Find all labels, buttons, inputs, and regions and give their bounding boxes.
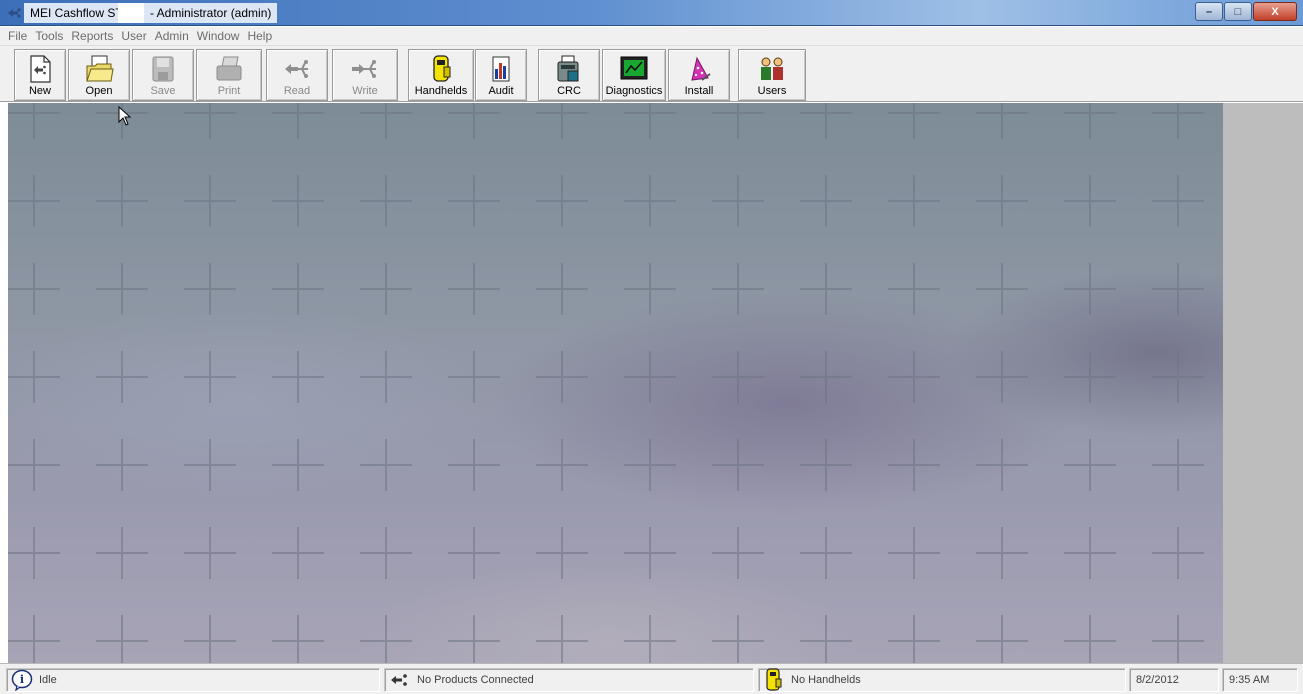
install-wizard-icon	[691, 56, 711, 81]
usb-read-icon	[285, 60, 308, 78]
title-bar: MEI Cashflow STS - Administrator (admin)…	[0, 0, 1303, 26]
status-state-text: Idle	[39, 674, 57, 686]
menu-user[interactable]: User	[117, 27, 150, 45]
status-time-panel: 9:35 AM	[1222, 668, 1298, 692]
install-label: Install	[684, 85, 714, 97]
menu-bar: File Tools Reports User Admin Window Hel…	[0, 27, 1303, 45]
status-date-text: 8/2/2012	[1136, 674, 1179, 686]
handheld-icon	[766, 668, 782, 691]
print-button[interactable]: Print	[196, 49, 262, 101]
read-button[interactable]: Read	[266, 49, 328, 101]
background-grid-pattern	[8, 103, 1204, 663]
handhelds-button[interactable]: Handhelds	[408, 49, 474, 101]
menu-reports[interactable]: Reports	[67, 27, 117, 45]
audit-button[interactable]: Audit	[475, 49, 527, 101]
usb-icon	[391, 674, 407, 686]
toolbar: New Open Save Print Read Write Handhelds…	[0, 45, 1303, 102]
users-button[interactable]: Users	[738, 49, 806, 101]
mouse-cursor-icon	[118, 106, 132, 126]
close-button[interactable]: X	[1253, 2, 1297, 21]
diagnostics-label: Diagnostics	[605, 85, 663, 97]
window-controls: – □ X	[1194, 2, 1297, 21]
diagnostics-button[interactable]: Diagnostics	[602, 49, 666, 101]
menu-tools[interactable]: Tools	[31, 27, 67, 45]
status-date-panel: 8/2/2012	[1129, 668, 1219, 692]
new-label: New	[28, 85, 51, 97]
status-handhelds-text: No Handhelds	[791, 674, 861, 686]
status-state-panel: i Idle	[6, 668, 380, 692]
info-icon: i	[11, 669, 33, 691]
status-bar: i Idle No Products Connected No Handheld…	[0, 663, 1303, 694]
minimize-button[interactable]: –	[1195, 2, 1223, 21]
print-label: Print	[217, 85, 241, 97]
save-button[interactable]: Save	[132, 49, 194, 101]
maximize-button[interactable]: □	[1224, 2, 1252, 21]
handheld-icon	[433, 55, 451, 82]
menu-file[interactable]: File	[4, 27, 31, 45]
open-label: Open	[85, 85, 113, 97]
write-label: Write	[352, 85, 378, 97]
printer-icon	[216, 56, 242, 81]
window-title-user: - Administrator (admin)	[144, 3, 278, 23]
write-button[interactable]: Write	[332, 49, 398, 101]
save-disk-icon	[152, 56, 174, 82]
menu-admin[interactable]: Admin	[151, 27, 193, 45]
open-button[interactable]: Open	[68, 49, 130, 101]
status-products-text: No Products Connected	[417, 674, 534, 686]
workspace-area	[8, 103, 1223, 663]
audit-chart-icon	[492, 56, 510, 82]
crc-calculator-icon	[557, 55, 579, 82]
new-document-icon	[30, 55, 51, 83]
diagnostics-monitor-icon	[620, 56, 648, 80]
status-time-text: 9:35 AM	[1229, 674, 1270, 686]
save-label: Save	[150, 85, 176, 97]
status-products-panel: No Products Connected	[384, 668, 754, 692]
install-button[interactable]: Install	[668, 49, 730, 101]
side-panel	[1223, 103, 1303, 663]
crc-label: CRC	[557, 85, 581, 97]
crc-button[interactable]: CRC	[538, 49, 600, 101]
svg-text:i: i	[20, 673, 24, 686]
new-button[interactable]: New	[14, 49, 66, 101]
users-icon	[761, 57, 783, 80]
read-label: Read	[283, 85, 311, 97]
open-folder-icon	[86, 55, 114, 82]
menu-window[interactable]: Window	[193, 27, 244, 45]
status-handhelds-panel: No Handhelds	[758, 668, 1126, 692]
usb-arrows-icon	[8, 8, 21, 18]
title-redaction	[118, 3, 144, 23]
menu-help[interactable]: Help	[243, 27, 276, 45]
handhelds-label: Handhelds	[414, 85, 468, 97]
audit-label: Audit	[488, 85, 514, 97]
usb-write-icon	[352, 60, 376, 78]
users-label: Users	[757, 85, 787, 97]
